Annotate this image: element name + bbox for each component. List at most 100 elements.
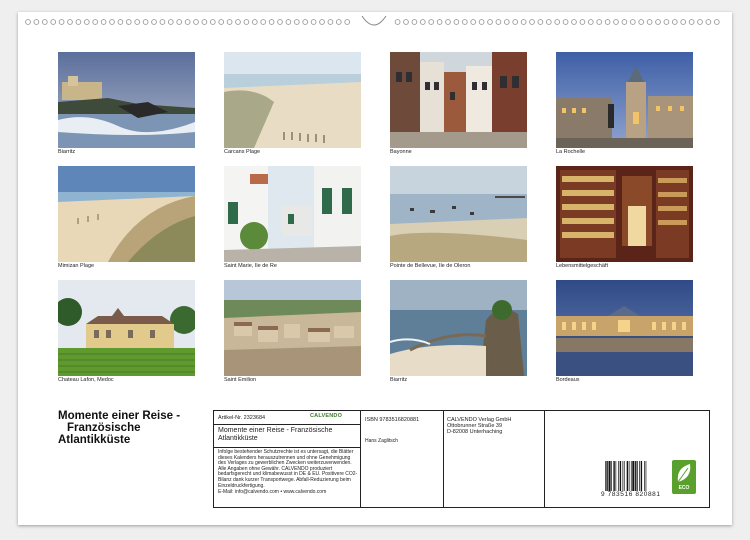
photo-mimizan-plage [58, 166, 195, 262]
spiral-binding [25, 15, 720, 26]
photo-lebensmittelgeschaeft [556, 166, 693, 262]
binding-ring [445, 19, 451, 25]
caption: Saint Emilion [224, 377, 257, 383]
binding-ring [33, 19, 40, 25]
binding-ring [478, 19, 485, 25]
binding-ring [260, 19, 267, 25]
photo-biarritz-rocks [390, 280, 527, 376]
binding-ring [335, 19, 342, 25]
binding-ring [83, 19, 90, 25]
caption: Bayonne [390, 149, 412, 155]
title-line: Momente einer Reise - [58, 410, 181, 422]
caption: Biarritz [390, 377, 408, 383]
binding-ring [596, 19, 603, 25]
binding-ring [184, 19, 191, 25]
binding-ring [159, 19, 166, 25]
photo-pointe-de-bellevue [390, 166, 527, 262]
binding-ring [41, 19, 48, 25]
binding-ring [705, 19, 712, 25]
binding-ring [554, 19, 561, 25]
binding-ring [125, 19, 132, 25]
binding-ring [520, 19, 527, 25]
binding-ring [251, 19, 258, 25]
photo-saint-emilion [224, 280, 361, 376]
legal-notice: Infolge bestehender Schutzrechte ist es … [218, 449, 358, 489]
photo-carcans-plage [224, 52, 361, 148]
caption: Lebensmittelgeschäft [556, 263, 608, 269]
binding-ring [109, 19, 115, 25]
caption: Saint Marie, Ile de Re [224, 263, 277, 269]
binding-ring [67, 19, 73, 25]
photo-chateau-lafon [58, 280, 195, 376]
divider [214, 424, 360, 425]
binding-ring [461, 19, 468, 25]
binding-ring [134, 19, 141, 25]
publisher-city: D-82008 Unterhaching [447, 429, 503, 435]
binding-ring [697, 19, 703, 25]
binding-ring [243, 19, 250, 25]
isbn: ISBN 9783516820881 [365, 417, 420, 423]
binding-ring [419, 19, 426, 25]
binding-ring [503, 19, 510, 25]
eco-label: ECO [678, 485, 690, 491]
photo-bayonne [390, 52, 527, 148]
binding-ring [235, 19, 241, 25]
photo-saint-marie-ile-de-re [224, 166, 361, 262]
caption: Chateau Lafon, Medoc [58, 377, 114, 383]
binding-ring [58, 19, 65, 25]
binding-ring [613, 19, 619, 25]
binding-ring [663, 19, 670, 25]
binding-ring [495, 19, 502, 25]
binding-ring [713, 19, 720, 25]
binding-ring [201, 19, 208, 25]
binding-ring [529, 19, 535, 25]
divider [443, 411, 444, 507]
title-line: Atlantikküste [58, 434, 131, 446]
calendar-title: Momente einer Reise - Französische Atlan… [58, 410, 208, 446]
binding-ring [226, 19, 233, 25]
binding-ring [470, 19, 477, 25]
binding-ring [453, 19, 460, 25]
calvendo-logo: CALVENDO [310, 413, 343, 419]
author: Hans Zaglitsch [365, 438, 399, 444]
binding-ring [151, 19, 157, 25]
binding-ring [293, 19, 300, 25]
photo-la-rochelle [556, 52, 693, 148]
binding-ring [50, 19, 57, 25]
leaf-icon [677, 464, 691, 483]
binding-ring [579, 19, 586, 25]
binding-ring [142, 19, 149, 25]
binding-ring [621, 19, 628, 25]
caption: Carcans Plage [224, 149, 261, 155]
binding-ring [209, 19, 216, 25]
binding-ring [100, 19, 107, 25]
binding-ring [428, 19, 435, 25]
binding-ring [344, 19, 351, 25]
product-info-table: Artikel-Nr. 2323684 CALVENDO Momente ein… [213, 410, 710, 508]
photo-biarritz [58, 52, 195, 148]
binding-ring [277, 19, 283, 25]
binding-ring [92, 19, 99, 25]
divider [214, 447, 360, 448]
binding-ring [604, 19, 611, 25]
barcode [605, 461, 647, 491]
binding-ring [629, 19, 636, 25]
binding-ring [167, 19, 174, 25]
caption: Mimizan Plage [58, 263, 95, 269]
binding-ring [310, 19, 317, 25]
caption: La Rochelle [556, 149, 586, 155]
contact-info: E-Mail: info@calvendo.com • www.calvendo… [218, 489, 327, 495]
binding-ring [638, 19, 645, 25]
binding-ring [193, 19, 199, 25]
caption: Biarritz [58, 149, 76, 155]
binding-ring [545, 19, 552, 25]
eco-badge: ECO [672, 460, 696, 494]
divider [360, 411, 361, 507]
caption: Pointe de Bellevue, Ile de Oleron [390, 263, 471, 269]
binding-ring [25, 19, 31, 25]
title-line: Französische [67, 422, 141, 434]
binding-ring [562, 19, 569, 25]
caption: Bordeaux [556, 377, 580, 383]
binding-ring [680, 19, 687, 25]
barcode-number: 9 783516 820881 [601, 491, 661, 498]
